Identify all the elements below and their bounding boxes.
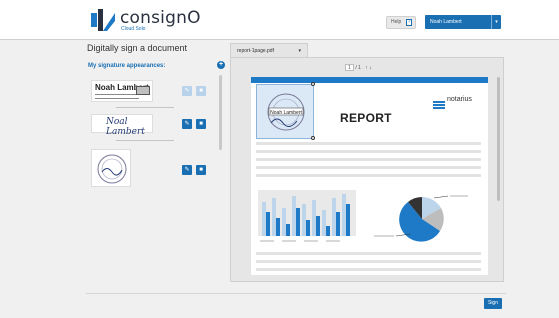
document-tab-label: report-1page.pdf (237, 48, 274, 54)
signature-stamp-thumbnail (136, 86, 150, 95)
user-dropdown[interactable]: Noah Lambert ▾ (425, 15, 501, 29)
page-title: Digitally sign a document (87, 43, 188, 53)
footer-divider (86, 293, 506, 294)
chevron-down-icon[interactable]: ▾ (491, 15, 501, 29)
document-tab[interactable]: report-1page.pdf ▾ (230, 43, 308, 57)
brand-name: consignO (120, 8, 201, 28)
page-header-band (251, 77, 488, 83)
appearance-list-scrollbar[interactable] (219, 75, 222, 150)
page-bar-chart-image (258, 190, 356, 242)
delete-button[interactable]: ■ (196, 165, 206, 175)
signature-appearance-list: Noah Lambert ✎ ■ Noal Lambert ✎ ■ ✎ ■ (86, 74, 216, 194)
edit-button-disabled: ✎ (182, 86, 192, 96)
signature-appearances-title: My signature appearances: (88, 63, 166, 69)
signature-detail-lines (95, 94, 139, 99)
question-icon: ? (406, 19, 412, 26)
chevron-down-icon[interactable]: ▾ (298, 44, 301, 58)
page-total: / 1 (355, 64, 361, 71)
sign-button[interactable]: Sign (484, 298, 502, 309)
seal-stamp-icon: Noah Lambert (267, 93, 305, 131)
brand-subtitle: Cloud Solo (121, 26, 146, 32)
page-arrows-icon[interactable]: ↑ ↓ (365, 65, 371, 71)
divider (116, 107, 174, 108)
signature-placement-field[interactable]: Noah Lambert (256, 84, 314, 139)
resize-handle[interactable] (311, 136, 315, 140)
edit-button[interactable]: ✎ (182, 119, 192, 129)
document-scrollbar[interactable] (497, 77, 500, 201)
report-title: REPORT (340, 111, 392, 125)
svg-text:Noah Lambert: Noah Lambert (270, 110, 302, 116)
help-label: Help (391, 19, 402, 25)
seal-stamp-icon (97, 154, 127, 184)
page-number-input[interactable]: 1 (345, 64, 354, 71)
notarius-logo: notarius (433, 96, 472, 114)
help-button[interactable]: Help ? (386, 16, 416, 29)
consigno-logo-icon (91, 9, 115, 31)
notarius-logo-text: notarius (447, 96, 472, 103)
signature-appearance-3[interactable] (91, 149, 131, 187)
signature-appearance-1[interactable]: Noah Lambert (91, 80, 153, 102)
edit-button[interactable]: ✎ (182, 165, 192, 175)
resize-handle[interactable] (311, 82, 315, 86)
page-pie-chart-image (374, 195, 468, 242)
page-navigator: 1 / 1 ↑ ↓ (345, 64, 372, 71)
signature-appearance-2[interactable]: Noal Lambert (91, 114, 153, 137)
delete-button[interactable]: ■ (196, 119, 206, 129)
app-header: consignO Cloud Solo Help ? Noah Lambert … (0, 0, 559, 40)
notarius-logo-icon (433, 101, 445, 109)
delete-button-disabled: ■ (196, 86, 206, 96)
handwritten-signature: Noal Lambert (106, 117, 145, 137)
add-appearance-button[interactable]: + (217, 61, 225, 69)
divider (116, 140, 174, 141)
user-name: Noah Lambert (430, 19, 462, 25)
